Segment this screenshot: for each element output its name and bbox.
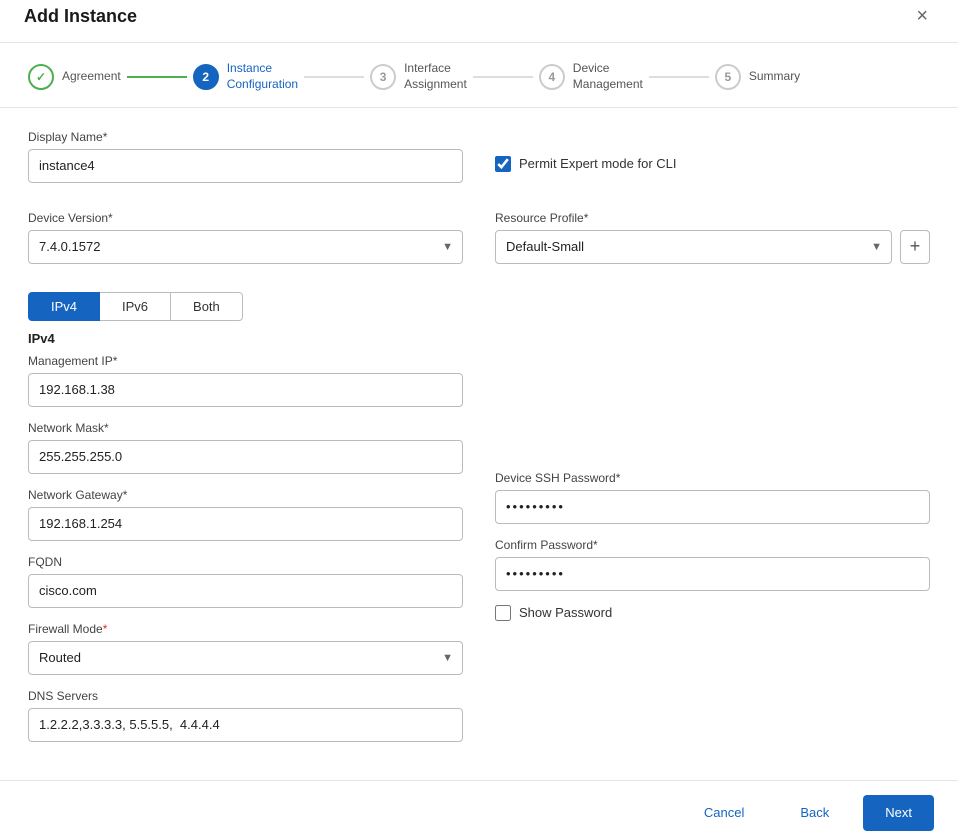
confirm-password-label: Confirm Password* bbox=[495, 538, 930, 552]
modal-header: Add Instance × bbox=[0, 0, 958, 43]
step-circle-2: 2 bbox=[193, 64, 219, 90]
ip-tabs: IPv4 IPv6 Both bbox=[28, 292, 930, 321]
stepper: ✓ Agreement 2 InstanceConfiguration 3 In… bbox=[0, 43, 958, 107]
tab-both[interactable]: Both bbox=[171, 292, 243, 321]
step-3: 3 InterfaceAssignment bbox=[370, 61, 467, 92]
step-2: 2 InstanceConfiguration bbox=[193, 61, 298, 92]
device-version-label: Device Version* bbox=[28, 211, 463, 225]
show-password-checkbox[interactable] bbox=[495, 605, 511, 621]
fqdn-label: FQDN bbox=[28, 555, 463, 569]
tab-ipv6[interactable]: IPv6 bbox=[100, 292, 171, 321]
resource-profile-select-group: Default-Small Default-Medium Default-Lar… bbox=[495, 230, 892, 264]
network-gateway-label: Network Gateway* bbox=[28, 488, 463, 502]
step-circle-4: 4 bbox=[539, 64, 565, 90]
step-connector-4 bbox=[649, 76, 709, 78]
firewall-mode-group: Firewall Mode* Routed Transparent ▼ bbox=[28, 622, 463, 675]
network-gateway-input[interactable] bbox=[28, 507, 463, 541]
dns-servers-label: DNS Servers bbox=[28, 689, 463, 703]
modal-title: Add Instance bbox=[24, 6, 137, 27]
col-permit-expert: Permit Expert mode for CLI bbox=[495, 130, 930, 197]
permit-expert-checkbox[interactable] bbox=[495, 156, 511, 172]
firewall-mode-select-wrap: Routed Transparent ▼ bbox=[28, 641, 463, 675]
next-button[interactable]: Next bbox=[863, 795, 934, 831]
show-password-label: Show Password bbox=[519, 605, 612, 620]
step-circle-3: 3 bbox=[370, 64, 396, 90]
step-label-2: InstanceConfiguration bbox=[227, 61, 298, 92]
step-connector-1 bbox=[127, 76, 187, 78]
step-4: 4 DeviceManagement bbox=[539, 61, 643, 92]
close-button[interactable]: × bbox=[910, 4, 934, 28]
fqdn-group: FQDN bbox=[28, 555, 463, 608]
row-device-version: Device Version* 7.4.0.1572 7.3.0 7.2.0 ▼ bbox=[28, 211, 930, 278]
step-label-3: InterfaceAssignment bbox=[404, 61, 467, 92]
network-mask-label: Network Mask* bbox=[28, 421, 463, 435]
confirm-password-input[interactable] bbox=[495, 557, 930, 591]
step-1: ✓ Agreement bbox=[28, 64, 121, 90]
step-label-4: DeviceManagement bbox=[573, 61, 643, 92]
display-name-input[interactable] bbox=[28, 149, 463, 183]
step-circle-5: 5 bbox=[715, 64, 741, 90]
network-gateway-group: Network Gateway* bbox=[28, 488, 463, 541]
col-ipv4: IPv4 Management IP* Network Mask* Networ… bbox=[28, 331, 463, 756]
display-name-group: Display Name* bbox=[28, 130, 463, 183]
modal-footer: Cancel Back Next bbox=[0, 780, 958, 831]
confirm-password-group: Confirm Password* bbox=[495, 538, 930, 591]
fqdn-input[interactable] bbox=[28, 574, 463, 608]
back-button[interactable]: Back bbox=[778, 795, 851, 831]
add-instance-modal: Add Instance × ✓ Agreement 2 InstanceCon… bbox=[0, 0, 958, 831]
device-version-select[interactable]: 7.4.0.1572 7.3.0 7.2.0 bbox=[28, 230, 463, 264]
ssh-password-input[interactable] bbox=[495, 490, 930, 524]
step-label-1: Agreement bbox=[62, 69, 121, 85]
ipv4-section-title: IPv4 bbox=[28, 331, 463, 346]
dns-servers-group: DNS Servers bbox=[28, 689, 463, 742]
display-name-label: Display Name* bbox=[28, 130, 463, 144]
password-spacer: Device SSH Password* Confirm Password* S… bbox=[495, 471, 930, 621]
col-device-version: Device Version* 7.4.0.1572 7.3.0 7.2.0 ▼ bbox=[28, 211, 463, 278]
show-password-row: Show Password bbox=[495, 605, 930, 621]
device-version-group: Device Version* 7.4.0.1572 7.3.0 7.2.0 ▼ bbox=[28, 211, 463, 264]
step-connector-3 bbox=[473, 76, 533, 78]
step-circle-1: ✓ bbox=[28, 64, 54, 90]
col-display-name: Display Name* bbox=[28, 130, 463, 197]
add-resource-button[interactable]: + bbox=[900, 230, 930, 264]
resource-profile-label: Resource Profile* bbox=[495, 211, 930, 225]
device-version-select-wrap: 7.4.0.1572 7.3.0 7.2.0 ▼ bbox=[28, 230, 463, 264]
firewall-mode-label: Firewall Mode* bbox=[28, 622, 463, 636]
col-right-passwords: Device SSH Password* Confirm Password* S… bbox=[495, 331, 930, 756]
network-mask-input[interactable] bbox=[28, 440, 463, 474]
ssh-password-label: Device SSH Password* bbox=[495, 471, 930, 485]
management-ip-group: Management IP* bbox=[28, 354, 463, 407]
col-resource-profile: Resource Profile* Default-Small Default-… bbox=[495, 211, 930, 278]
resource-profile-select[interactable]: Default-Small Default-Medium Default-Lar… bbox=[495, 230, 892, 264]
resource-profile-row: Default-Small Default-Medium Default-Lar… bbox=[495, 230, 930, 264]
step-label-5: Summary bbox=[749, 69, 800, 85]
row-display-name: Display Name* Permit Expert mode for CLI bbox=[28, 130, 930, 197]
cancel-button[interactable]: Cancel bbox=[682, 795, 766, 831]
row-ipv4-section: IPv4 Management IP* Network Mask* Networ… bbox=[28, 331, 930, 756]
resource-profile-group: Resource Profile* Default-Small Default-… bbox=[495, 211, 930, 264]
modal-body: Display Name* Permit Expert mode for CLI… bbox=[0, 108, 958, 780]
management-ip-input[interactable] bbox=[28, 373, 463, 407]
tab-ipv4[interactable]: IPv4 bbox=[28, 292, 100, 321]
ssh-password-group: Device SSH Password* bbox=[495, 471, 930, 524]
network-mask-group: Network Mask* bbox=[28, 421, 463, 474]
permit-expert-row: Permit Expert mode for CLI bbox=[495, 156, 930, 172]
step-5: 5 Summary bbox=[715, 64, 800, 90]
dns-servers-input[interactable] bbox=[28, 708, 463, 742]
permit-expert-label: Permit Expert mode for CLI bbox=[519, 156, 677, 171]
step-connector-2 bbox=[304, 76, 364, 78]
firewall-mode-select[interactable]: Routed Transparent bbox=[28, 641, 463, 675]
modal-overlay: Add Instance × ✓ Agreement 2 InstanceCon… bbox=[0, 0, 958, 831]
management-ip-label: Management IP* bbox=[28, 354, 463, 368]
resource-profile-select-wrap: Default-Small Default-Medium Default-Lar… bbox=[495, 230, 892, 264]
